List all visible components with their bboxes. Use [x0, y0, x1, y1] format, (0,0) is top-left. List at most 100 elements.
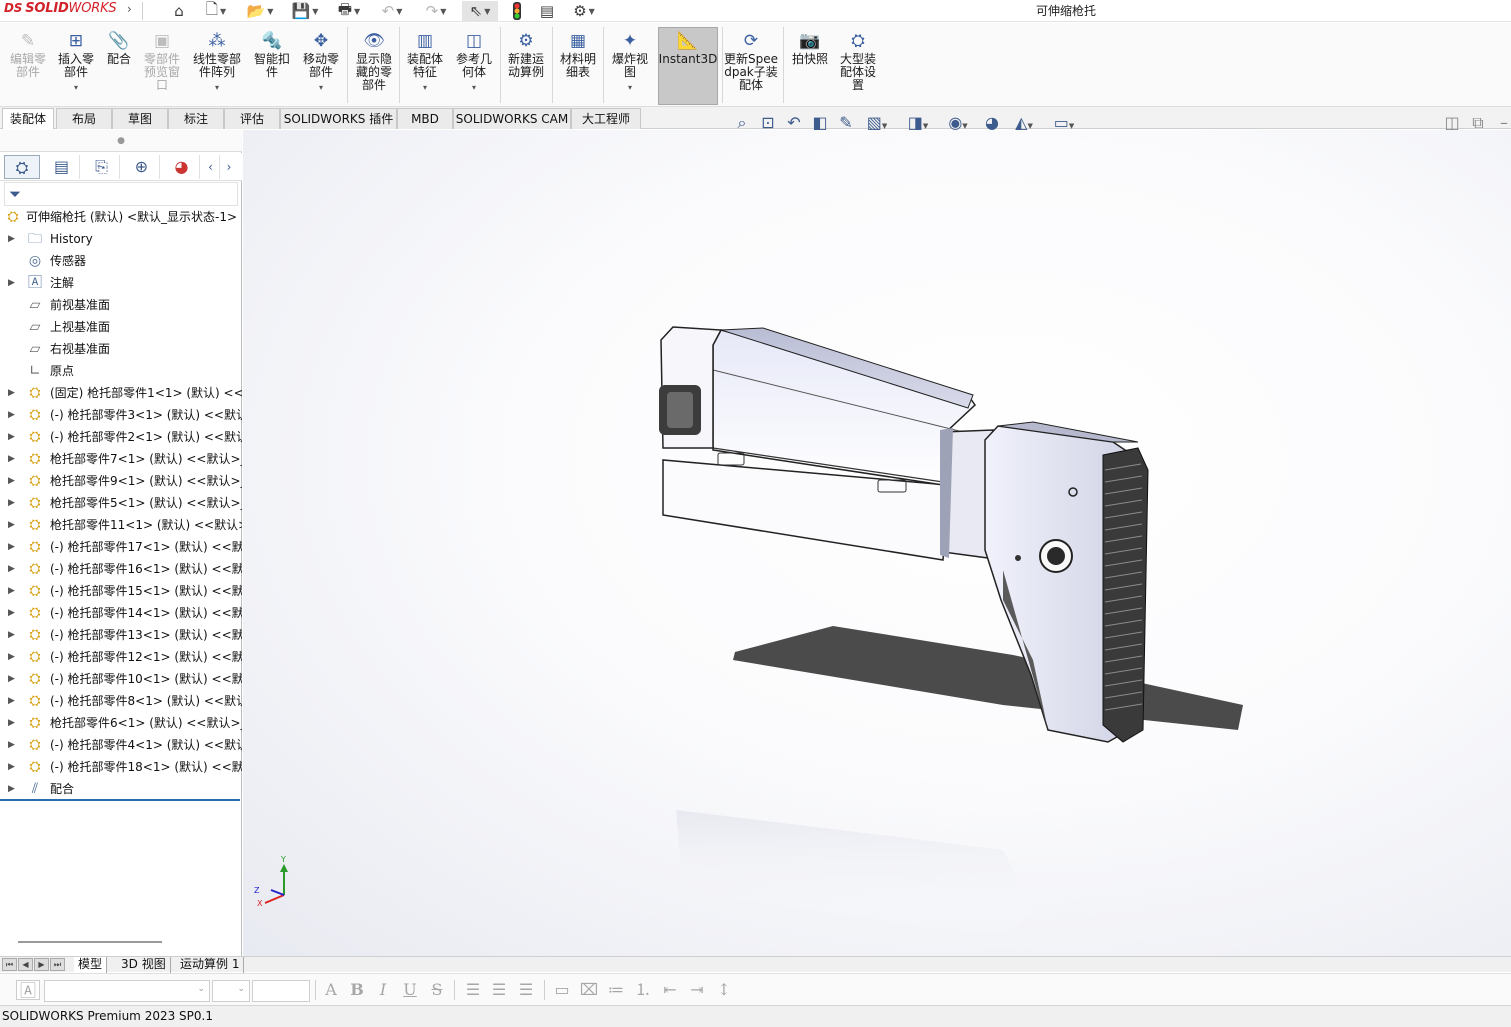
tree-item-component[interactable]: ▶ ⛭ (固定) 枪托部零件1<1> (默认) <<默 — [0, 382, 242, 404]
expand-arrow-icon[interactable]: ▶ — [8, 624, 15, 646]
align-left-icon[interactable]: ☰ — [461, 980, 485, 1000]
tree-item-component[interactable]: ▶ ⛭ 枪托部零件6<1> (默认) <<默认>_ — [0, 712, 242, 734]
expand-arrow-icon[interactable]: ▶ — [8, 514, 15, 536]
configurationmanager-tab-icon[interactable]: ⎘ — [84, 155, 120, 179]
align-center-icon[interactable]: ☰ — [487, 980, 511, 1000]
font-select[interactable]: ⌄ — [44, 980, 210, 1002]
expand-arrow-icon[interactable]: ▶ — [8, 492, 15, 514]
tree-item-sensors[interactable]: ◎ 传感器 — [0, 250, 242, 272]
show-hidden-components-button[interactable]: 👁 显示隐藏的零部件 — [351, 27, 397, 92]
dropdown-arrow-icon[interactable]: ▾ — [403, 81, 447, 94]
tree-item-component[interactable]: ▶ ⛭ (-) 枪托部零件12<1> (默认) <<默认 — [0, 646, 242, 668]
mate-button[interactable]: 📎 配合 — [102, 27, 136, 66]
tree-root[interactable]: ⛭ 可伸缩枪托 (默认) <默认_显示状态-1> — [0, 206, 242, 228]
tree-item-annotations[interactable]: ▶ 🄰 注解 — [0, 272, 242, 294]
redo-button[interactable]: ↷ ▼ — [418, 1, 454, 21]
assembly-feature-button[interactable]: ▥ 装配体特征 ▾ — [403, 27, 447, 94]
tree-item-history[interactable]: ▶ 🗀 History — [0, 228, 242, 250]
tree-item-mates[interactable]: ▶ ⫽ 配合 — [0, 778, 242, 800]
tree-item-component[interactable]: ▶ ⛭ (-) 枪托部零件18<1> (默认) <<默认 — [0, 756, 242, 778]
options-button[interactable]: ⚙ ▼ — [566, 1, 602, 21]
menu-expand-arrow-icon[interactable]: › — [127, 2, 132, 16]
tree-item-component[interactable]: ▶ ⛭ (-) 枪托部零件15<1> (默认) <<默认 — [0, 580, 242, 602]
expand-arrow-icon[interactable]: ▶ — [8, 536, 15, 558]
move-component-button[interactable]: ✥ 移动零部件 ▾ — [298, 27, 344, 94]
expand-arrow-icon[interactable]: ▶ — [8, 382, 15, 404]
last-tab-icon[interactable]: ⏭ — [50, 958, 65, 971]
expand-arrow-icon[interactable]: ▶ — [8, 668, 15, 690]
scroll-right-icon[interactable]: › — [220, 155, 238, 179]
font-icon[interactable]: A — [319, 980, 343, 1000]
graphics-area[interactable]: Y X Z — [243, 130, 1511, 956]
expand-arrow-icon[interactable]: ▶ — [8, 470, 15, 492]
tree-item-component[interactable]: ▶ ⛭ 枪托部零件7<1> (默认) <<默认>_ — [0, 448, 242, 470]
next-tab-icon[interactable]: ▶ — [34, 958, 49, 971]
bold-icon[interactable]: B — [345, 980, 369, 1000]
expand-arrow-icon[interactable]: ▶ — [8, 712, 15, 734]
align-right-icon[interactable]: ☰ — [514, 980, 538, 1000]
dropdown-arrow-icon[interactable]: ▾ — [54, 81, 98, 94]
tab-model[interactable]: 模型 — [74, 957, 108, 973]
update-speedpak-button[interactable]: ⟳ 更新Speedpak子装配体 — [724, 27, 778, 92]
rebuild-icon[interactable] — [508, 1, 526, 21]
expand-arrow-icon[interactable]: ▶ — [8, 778, 15, 800]
tab-engineer[interactable]: 大工程师 — [571, 108, 641, 129]
tab-mbd[interactable]: MBD — [397, 108, 453, 129]
italic-icon[interactable]: I — [371, 980, 395, 1000]
exploded-view-button[interactable]: ✦ 爆炸视图 ▾ — [608, 27, 652, 94]
tab-cam[interactable]: SOLIDWORKS CAM — [453, 108, 571, 129]
tab-annotation[interactable]: 标注 — [168, 108, 224, 129]
format-painter-icon[interactable]: ▭ — [550, 980, 574, 1000]
text-style-icon[interactable]: 🄰 — [16, 980, 40, 1000]
line-spacing-icon[interactable]: ↕ — [712, 980, 736, 1000]
first-tab-icon[interactable]: ⏮ — [2, 958, 17, 971]
tree-item-right-plane[interactable]: ▱ 右视基准面 — [0, 338, 242, 360]
dimxpert-tab-icon[interactable]: ⊕ — [124, 155, 160, 179]
tab-assembly[interactable]: 装配体 — [2, 108, 54, 129]
displaymanager-tab-icon[interactable]: ◕ — [164, 155, 200, 179]
tab-layout[interactable]: 布局 — [56, 108, 112, 129]
edit-component-button[interactable]: ✎ 编辑零部件 — [6, 27, 50, 79]
insert-component-button[interactable]: ⊞ 插入零部件 ▾ — [54, 27, 98, 94]
large-assembly-settings-button[interactable]: ⛭ 大型装配体设置 — [836, 27, 880, 92]
tree-item-component[interactable]: ▶ ⛭ (-) 枪托部零件10<1> (默认) <<默认 — [0, 668, 242, 690]
select-button[interactable]: ⇖ ▼ — [462, 1, 498, 21]
tree-item-component[interactable]: ▶ ⛭ (-) 枪托部零件8<1> (默认) <<默认 — [0, 690, 242, 712]
component-preview-button[interactable]: ▣ 零部件预览窗口 — [140, 27, 184, 92]
panel-grip-icon[interactable]: ● — [0, 130, 242, 152]
expand-arrow-icon[interactable]: ▶ — [8, 690, 15, 712]
tab-evaluate[interactable]: 评估 — [224, 108, 280, 129]
dropdown-arrow-icon[interactable]: ▾ — [452, 81, 496, 94]
linear-pattern-button[interactable]: ⁂ 线性零部件阵列 ▾ — [190, 27, 244, 94]
scroll-left-icon[interactable]: ‹ — [202, 155, 220, 179]
dropdown-arrow-icon[interactable]: ▾ — [608, 81, 652, 94]
take-snapshot-button[interactable]: 📷 拍快照 — [788, 27, 832, 66]
tab-addins[interactable]: SOLIDWORKS 插件 — [280, 108, 397, 129]
tree-item-component[interactable]: ▶ ⛭ 枪托部零件9<1> (默认) <<默认>_ — [0, 470, 242, 492]
home-icon[interactable]: ⌂ — [168, 1, 190, 21]
undo-button[interactable]: ↶ ▼ — [374, 1, 410, 21]
decrease-indent-icon[interactable]: ⇤ — [658, 980, 682, 1000]
numbered-list-icon[interactable]: ⒈ — [631, 980, 655, 1000]
tree-item-component[interactable]: ▶ ⛭ (-) 枪托部零件14<1> (默认) <<默认 — [0, 602, 242, 624]
clear-format-icon[interactable]: ⌧ — [577, 980, 601, 1000]
tree-item-top-plane[interactable]: ▱ 上视基准面 — [0, 316, 242, 338]
expand-arrow-icon[interactable]: ▶ — [8, 734, 15, 756]
tree-item-component[interactable]: ▶ ⛭ (-) 枪托部零件3<1> (默认) <<默认 — [0, 404, 242, 426]
expand-arrow-icon[interactable]: ▶ — [8, 756, 15, 778]
expand-arrow-icon[interactable]: ▶ — [8, 404, 15, 426]
tree-item-origin[interactable]: ∟ 原点 — [0, 360, 242, 382]
expand-arrow-icon[interactable]: ▶ — [8, 558, 15, 580]
font-size-select[interactable]: ⌄ — [212, 980, 250, 1002]
underline-icon[interactable]: U — [398, 980, 422, 1000]
reference-geometry-button[interactable]: ◫ 参考几何体 ▾ — [452, 27, 496, 94]
bill-of-materials-button[interactable]: ▦ 材料明细表 — [556, 27, 600, 79]
tree-item-component[interactable]: ▶ ⛭ (-) 枪托部零件4<1> (默认) <<默认 — [0, 734, 242, 756]
tree-item-front-plane[interactable]: ▱ 前视基准面 — [0, 294, 242, 316]
propertymanager-tab-icon[interactable]: ▤ — [44, 155, 80, 179]
expand-arrow-icon[interactable]: ▶ — [8, 646, 15, 668]
tree-filter[interactable]: ⏷ — [4, 182, 238, 206]
tree-item-component[interactable]: ▶ ⛭ (-) 枪托部零件13<1> (默认) <<默认 — [0, 624, 242, 646]
strikethrough-icon[interactable]: S — [425, 980, 449, 1000]
dropdown-arrow-icon[interactable]: ▾ — [298, 81, 344, 94]
